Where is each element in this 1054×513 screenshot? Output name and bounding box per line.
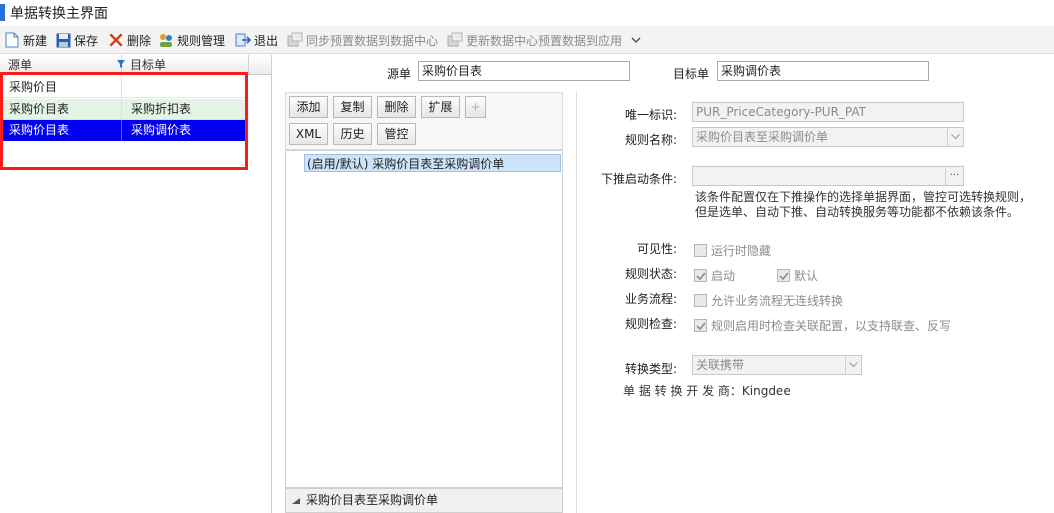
business-flow-label: 业务流程:	[624, 292, 677, 306]
copy-button[interactable]: 复制	[333, 96, 372, 118]
save-label: 保存	[74, 33, 99, 48]
row-target-cell: 采购调价表	[131, 123, 192, 137]
extend-button[interactable]: 扩展	[421, 96, 460, 118]
push-condition-label: 下推启动条件:	[600, 172, 677, 186]
developer-text: 单 据 转 换 开 发 商：Kingdee	[623, 384, 791, 398]
checkbox-box	[694, 244, 707, 257]
rule-management-icon	[158, 32, 174, 48]
filter-source-cell[interactable]: 采购价目	[0, 77, 122, 98]
push-condition-note-line1: 该条件配置仅在下推操作的选择单据界面，管控可选转换规则，	[695, 190, 1032, 204]
window-title: 单据转换主界面	[10, 6, 108, 22]
history-button[interactable]: 历史	[333, 123, 372, 145]
push-condition-ellipsis-button[interactable]: ···	[945, 167, 963, 185]
runtime-hidden-checkbox[interactable]: 运行时隐藏	[694, 242, 771, 259]
title-bar: 单据转换主界面	[0, 0, 1054, 26]
row-source-cell: 采购价目表	[0, 99, 122, 120]
rule-management-button[interactable]: 规则管理	[158, 31, 225, 49]
grid-header: 源单 目标单	[0, 55, 271, 75]
rule-list: (启用/默认) 采购价目表至采购调价单	[285, 150, 563, 488]
source-label: 源单	[387, 67, 412, 81]
sync-preset-button[interactable]: 同步预置数据到数据中心	[287, 31, 438, 49]
rule-check-text: 规则启用时检查关联配置，以支持联查、反写	[711, 319, 952, 333]
rule-management-label: 规则管理	[177, 33, 226, 48]
source-field[interactable]: 采购价目表	[418, 61, 630, 81]
runtime-hidden-text: 运行时隐藏	[711, 244, 772, 258]
rule-name-label: 规则名称:	[624, 133, 677, 147]
rule-check-checkbox[interactable]: 规则启用时检查关联配置，以支持联查、反写	[694, 317, 951, 334]
rule-tree: 采购价目表至采购调价单	[285, 488, 563, 513]
column-header-source[interactable]: 源单	[0, 55, 122, 75]
update-icon	[447, 32, 463, 48]
toolbar: 新建 保存 删除 规则管理 退出 同步预置数据到数据中心 更新数据中心预置数据到…	[0, 26, 1054, 54]
new-button[interactable]: 新建	[4, 31, 47, 49]
exit-label: 退出	[254, 33, 279, 48]
new-document-icon	[4, 32, 20, 48]
delete-button[interactable]: 删除	[108, 31, 151, 49]
rule-name-field[interactable]: 采购价目表至采购调价单	[692, 127, 964, 147]
title-accent	[0, 4, 5, 21]
save-button[interactable]: 保存	[55, 31, 98, 49]
check-icon	[694, 269, 707, 282]
target-field[interactable]: 采购调价表	[717, 61, 929, 81]
row-target-cell: 采购折扣表	[131, 102, 192, 116]
target-label: 目标单	[673, 67, 710, 81]
check-icon	[777, 269, 790, 282]
default-checkbox[interactable]: 默认	[777, 267, 818, 284]
chevron-down-icon	[628, 32, 644, 48]
conversion-list-pane: 源单 目标单 采购价目 采购价目表 采购折扣表 采购价目表 采购调价表	[0, 55, 272, 513]
table-row[interactable]: 采购价目表 采购折扣表	[0, 99, 248, 120]
convert-type-value: 关联携带	[696, 358, 745, 372]
update-preset-label: 更新数据中心预置数据到应用	[466, 33, 623, 48]
row-source-cell: 采购价目表	[0, 120, 122, 141]
add-button[interactable]: 添加	[289, 96, 328, 118]
delete-label: 删除	[127, 33, 152, 48]
control-button[interactable]: 管控	[377, 123, 416, 145]
filter-target-cell[interactable]	[122, 77, 248, 98]
update-preset-button[interactable]: 更新数据中心预置数据到应用	[447, 31, 622, 49]
column-header-target[interactable]: 目标单	[122, 55, 249, 75]
exit-icon	[235, 32, 251, 48]
unique-id-label: 唯一标识:	[624, 108, 677, 122]
enable-text: 启动	[711, 269, 736, 283]
toolbar-more-button[interactable]	[628, 31, 647, 49]
push-condition-field[interactable]: ···	[692, 166, 964, 186]
sync-icon	[287, 32, 303, 48]
checkbox-box	[694, 294, 707, 307]
rule-check-label: 规则检查:	[624, 317, 677, 331]
new-label: 新建	[23, 33, 48, 48]
business-flow-checkbox[interactable]: 允许业务流程无连线转换	[694, 292, 843, 309]
table-row-selected[interactable]: 采购价目表 采购调价表	[0, 120, 248, 141]
convert-type-select[interactable]: 关联携带	[692, 355, 862, 375]
delete-rule-button[interactable]: 删除	[377, 96, 416, 118]
rule-status-label: 规则状态:	[624, 267, 677, 281]
rule-list-item[interactable]: (启用/默认) 采购价目表至采购调价单	[304, 154, 561, 172]
filter-row[interactable]: 采购价目	[0, 77, 248, 98]
rule-actions-panel: 添加 复制 删除 扩展 + XML 历史 管控	[285, 92, 563, 150]
sync-preset-label: 同步预置数据到数据中心	[306, 33, 439, 48]
visibility-label: 可见性:	[636, 242, 677, 256]
delete-x-icon	[108, 32, 124, 48]
rule-properties-pane: 唯一标识: PUR_PriceCategory-PUR_PAT 规则名称: 采购…	[576, 92, 1054, 513]
push-condition-note-line2: 但是选单、自动下推、自动转换服务等功能都不依赖该条件。	[695, 205, 1020, 219]
plus-button[interactable]: +	[465, 96, 486, 118]
xml-button[interactable]: XML	[289, 123, 328, 145]
convert-type-label: 转换类型:	[624, 362, 677, 376]
business-flow-text: 允许业务流程无连线转换	[711, 294, 844, 308]
check-icon	[694, 319, 707, 332]
chevron-down-icon[interactable]	[947, 128, 963, 146]
default-text: 默认	[794, 269, 819, 283]
save-icon	[55, 32, 71, 48]
chevron-down-icon[interactable]	[845, 356, 861, 374]
enable-checkbox[interactable]: 启动	[694, 267, 735, 284]
exit-button[interactable]: 退出	[235, 31, 278, 49]
unique-id-field[interactable]: PUR_PriceCategory-PUR_PAT	[692, 102, 964, 122]
rule-name-value: 采购价目表至采购调价单	[696, 130, 829, 144]
tree-node[interactable]: 采购价目表至采购调价单	[306, 491, 438, 508]
collapse-triangle-icon[interactable]	[292, 495, 300, 509]
